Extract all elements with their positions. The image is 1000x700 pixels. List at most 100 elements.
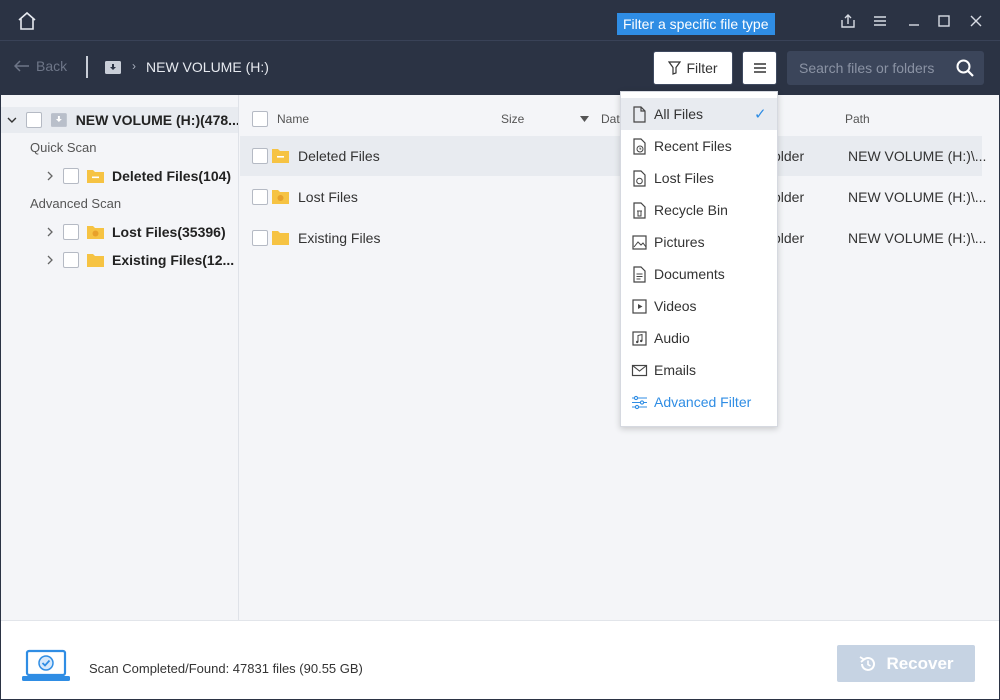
list-icon xyxy=(753,63,766,73)
share-icon[interactable] xyxy=(839,12,857,30)
main-area: NEW VOLUME (H:)(478... Quick Scan Delete… xyxy=(1,95,999,620)
funnel-icon xyxy=(668,61,682,75)
table-row[interactable]: Deleted Files older NEW VOLUME (H:)\... xyxy=(240,136,986,176)
breadcrumb-separator: › xyxy=(132,59,136,73)
sidebar-item-checkbox[interactable] xyxy=(63,168,79,184)
filter-item-label: Lost Files xyxy=(654,170,714,186)
column-header-size[interactable]: Size xyxy=(501,112,524,126)
table-row[interactable]: Existing Files older NEW VOLUME (H:)\... xyxy=(240,218,986,258)
filter-item-documents[interactable]: Documents xyxy=(621,258,777,290)
sidebar-item-deleted-files[interactable]: Deleted Files(104) xyxy=(45,164,237,188)
audio-icon xyxy=(632,331,647,346)
chevron-right-icon[interactable] xyxy=(45,227,55,237)
back-label: Back xyxy=(36,58,68,74)
row-checkbox[interactable] xyxy=(252,230,268,246)
close-icon[interactable] xyxy=(967,12,985,30)
view-menu-button[interactable] xyxy=(742,51,777,85)
filter-item-recent-files[interactable]: Recent Files xyxy=(621,130,777,162)
filter-item-label: Documents xyxy=(654,266,725,282)
filter-item-pictures[interactable]: Pictures xyxy=(621,226,777,258)
tree-root-checkbox[interactable] xyxy=(25,112,42,128)
scan-status: Scan Completed/Found: 47831 files (90.55… xyxy=(89,661,363,676)
sidebar-item-existing-files[interactable]: Existing Files(12... xyxy=(45,248,237,272)
email-icon xyxy=(631,364,648,377)
filter-item-label: Recent Files xyxy=(654,138,732,154)
row-name: Existing Files xyxy=(298,230,381,246)
sidebar-item-label: Existing Files(12... xyxy=(112,252,235,268)
row-checkbox[interactable] xyxy=(252,148,268,164)
recover-button[interactable]: Recover xyxy=(837,645,975,682)
sort-down-icon[interactable] xyxy=(580,116,589,122)
drive-icon xyxy=(105,61,121,74)
filter-item-label: Pictures xyxy=(654,234,705,250)
column-header-path[interactable]: Path xyxy=(845,112,870,126)
restore-icon xyxy=(859,655,876,671)
folder-icon xyxy=(272,231,289,245)
video-icon xyxy=(632,299,647,314)
filter-label: Filter xyxy=(686,60,718,76)
search-box xyxy=(787,51,984,85)
filter-item-advanced-filter[interactable]: Advanced Filter xyxy=(621,386,777,418)
chevron-down-icon[interactable] xyxy=(7,115,17,125)
filter-item-label: Videos xyxy=(654,298,697,314)
lost-folder-icon xyxy=(87,226,104,239)
filter-item-recycle-bin[interactable]: Recycle Bin xyxy=(621,194,777,226)
column-header-name[interactable]: Name xyxy=(277,112,309,126)
row-name: Deleted Files xyxy=(298,148,380,164)
toolbar-divider xyxy=(86,56,88,78)
filter-button[interactable]: Filter xyxy=(653,51,733,85)
tree-root[interactable]: NEW VOLUME (H:)(478... xyxy=(1,107,238,133)
file-icon xyxy=(633,106,646,123)
deleted-folder-icon xyxy=(87,170,104,183)
table-row[interactable]: Lost Files older NEW VOLUME (H:)\... xyxy=(240,177,986,217)
maximize-icon[interactable] xyxy=(935,12,953,30)
filter-item-label: Audio xyxy=(654,330,690,346)
lost-folder-icon xyxy=(272,190,289,204)
hamburger-menu-icon[interactable] xyxy=(871,12,889,30)
arrow-left-icon xyxy=(14,60,29,72)
filter-tooltip: Filter a specific file type xyxy=(617,13,775,35)
laptop-check-icon xyxy=(22,649,70,681)
filter-item-lost-files[interactable]: Lost Files xyxy=(621,162,777,194)
back-button[interactable]: Back xyxy=(14,58,67,74)
minimize-icon[interactable] xyxy=(905,12,923,30)
filter-item-label: Emails xyxy=(654,362,697,378)
check-icon: ✓ xyxy=(754,106,767,123)
title-bar: Filter a specific file type xyxy=(0,0,1000,40)
filter-item-emails[interactable]: Emails xyxy=(621,354,777,386)
filter-item-videos[interactable]: Videos xyxy=(621,290,777,322)
quick-scan-label: Quick Scan xyxy=(30,140,97,155)
recent-file-icon xyxy=(633,138,646,155)
sidebar-item-checkbox[interactable] xyxy=(63,252,79,268)
breadcrumb[interactable]: NEW VOLUME (H:) xyxy=(146,59,269,75)
lost-file-icon xyxy=(633,170,646,187)
filter-item-all-files[interactable]: All Files ✓ xyxy=(621,98,777,130)
sidebar-item-checkbox[interactable] xyxy=(63,224,79,240)
sidebar-item-lost-files[interactable]: Lost Files(35396) xyxy=(45,220,237,244)
tree-root-label: NEW VOLUME (H:)(478... xyxy=(75,112,238,128)
sidebar: NEW VOLUME (H:)(478... Quick Scan Delete… xyxy=(1,95,239,620)
filter-item-label: Recycle Bin xyxy=(654,202,728,218)
filter-dropdown: All Files ✓ Recent Files Lost Files Recy… xyxy=(620,91,778,427)
select-all-checkbox[interactable] xyxy=(252,111,268,127)
row-checkbox[interactable] xyxy=(252,189,268,205)
column-header-date[interactable]: Dat xyxy=(601,112,620,126)
folder-icon xyxy=(87,254,104,267)
filter-item-label: Advanced Filter xyxy=(654,394,752,410)
sidebar-item-label: Deleted Files(104) xyxy=(112,168,232,184)
sliders-icon xyxy=(632,395,647,410)
search-icon[interactable] xyxy=(955,58,975,78)
row-path: NEW VOLUME (H:)\... xyxy=(848,230,987,246)
chevron-right-icon[interactable] xyxy=(45,255,55,265)
row-name: Lost Files xyxy=(298,189,358,205)
status-bar: Scan Completed/Found: 47831 files (90.55… xyxy=(1,620,999,699)
picture-icon xyxy=(632,235,647,250)
recycle-bin-icon xyxy=(633,202,646,219)
search-input[interactable] xyxy=(799,60,959,76)
home-icon[interactable] xyxy=(16,10,38,32)
filter-item-audio[interactable]: Audio xyxy=(621,322,777,354)
filter-item-label: All Files xyxy=(654,106,704,122)
advanced-scan-label: Advanced Scan xyxy=(30,196,122,211)
sidebar-item-label: Lost Files(35396) xyxy=(112,224,226,240)
chevron-right-icon[interactable] xyxy=(45,171,55,181)
